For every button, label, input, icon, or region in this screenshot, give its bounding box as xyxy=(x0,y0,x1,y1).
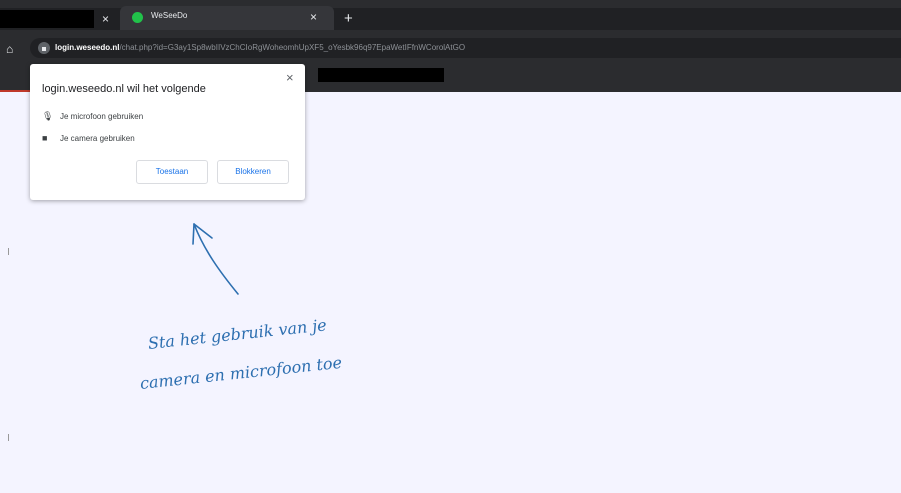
block-button[interactable]: Blokkeren xyxy=(217,160,289,184)
tab-close-icon[interactable]: × xyxy=(102,12,109,26)
redacted-tab xyxy=(0,10,94,28)
microphone-icon: 🎙 xyxy=(42,111,54,121)
home-icon[interactable]: ⌂ xyxy=(6,42,13,56)
tab-weseedo[interactable]: WeSeeDo × xyxy=(120,6,334,30)
url-path: /chat.php?id=G3ay1Sp8wbIIVzChCIoRgWoheom… xyxy=(119,43,466,52)
annotation-arrow-icon xyxy=(192,223,239,295)
allow-button[interactable]: Toestaan xyxy=(136,160,208,184)
dialog-title: login.weseedo.nl wil het volgende xyxy=(42,83,206,95)
permission-label: Je camera gebruiken xyxy=(60,134,135,143)
tab-close-icon[interactable]: × xyxy=(310,10,317,24)
camera-icon: ■ xyxy=(42,133,48,143)
tab-strip: × WeSeeDo × + xyxy=(0,6,901,30)
url-text: login.weseedo.nl/chat.php?id=G3ay1Sp8wbI… xyxy=(55,43,465,52)
permission-microphone: 🎙 Je microfoon gebruiken xyxy=(42,111,143,122)
tab-title: WeSeeDo xyxy=(151,11,188,20)
address-bar[interactable]: login.weseedo.nl/chat.php?id=G3ay1Sp8wbI… xyxy=(30,38,901,58)
page-edge-mark xyxy=(8,434,9,441)
new-tab-button[interactable]: + xyxy=(344,11,353,26)
lock-icon[interactable] xyxy=(38,42,50,54)
permission-camera: ■ Je camera gebruiken xyxy=(42,133,135,143)
close-icon[interactable]: × xyxy=(286,71,294,84)
page-edge-mark xyxy=(8,248,9,255)
redacted-bookmark xyxy=(318,68,444,82)
permission-dialog: login.weseedo.nl wil het volgende × 🎙 Je … xyxy=(30,64,305,200)
permission-label: Je microfoon gebruiken xyxy=(60,112,144,121)
url-host: login.weseedo.nl xyxy=(55,43,120,52)
weseedo-favicon-icon xyxy=(132,12,143,23)
